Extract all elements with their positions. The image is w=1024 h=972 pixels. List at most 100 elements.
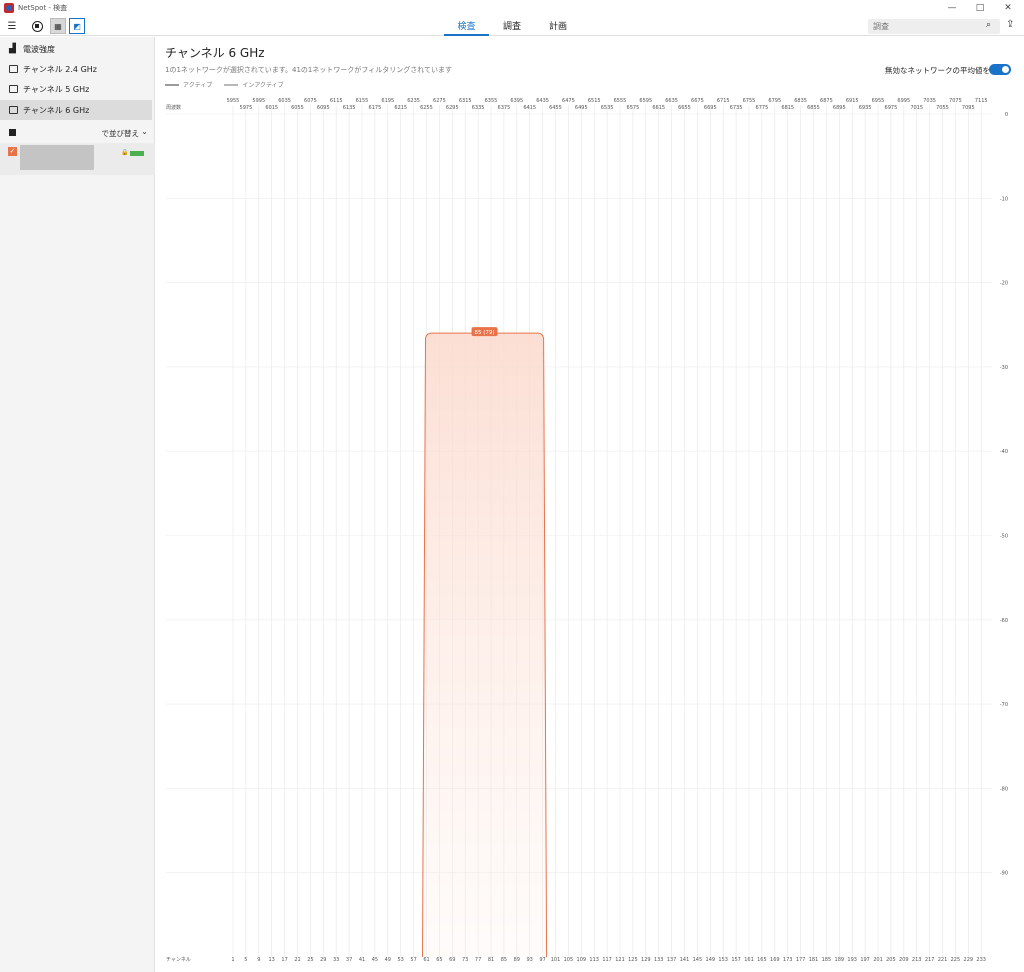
x-tick-label: 25 (307, 957, 313, 963)
freq-tick-label: 6735 (730, 105, 743, 111)
freq-tick-label: 6315 (459, 98, 472, 104)
freq-tick-label: 6615 (652, 105, 665, 111)
freq-tick-label: 6835 (794, 98, 807, 104)
maximize-button[interactable]: □ (966, 0, 994, 16)
y-tick-label: 0 (1005, 112, 1008, 118)
x-tick-label: 161 (744, 957, 754, 963)
freq-tick-label: 7015 (910, 105, 923, 111)
sidebar-item-channel-6[interactable]: チャンネル 6 GHz (0, 100, 152, 120)
network-band-fill (422, 333, 547, 957)
freq-tick-label: 6715 (717, 98, 730, 104)
sidebar: ▟ 電波強度 チャンネル 2.4 GHz チャンネル 5 GHz チャンネル 6… (0, 37, 155, 972)
y-tick-label: -90 (1000, 871, 1008, 877)
freq-tick-label: 6635 (665, 98, 678, 104)
x-tick-label: 169 (770, 957, 780, 963)
stop-icon (31, 20, 43, 32)
sidebar-item-channel-5[interactable]: チャンネル 5 GHz (0, 79, 152, 99)
x-tick-label: 201 (873, 957, 883, 963)
chart-icon: ◩ (73, 21, 81, 31)
x-tick-label: 225 (951, 957, 961, 963)
y-tick-label: -70 (1000, 702, 1008, 708)
network-checkbox[interactable]: ✓ (8, 147, 17, 156)
x-tick-label: 45 (372, 957, 378, 963)
freq-tick-label: 6335 (472, 105, 485, 111)
freq-tick-label: 6895 (833, 105, 846, 111)
freq-tick-label: 6955 (872, 98, 885, 104)
active-tab-indicator (444, 34, 489, 36)
freq-tick-label: 6555 (614, 98, 627, 104)
x-tick-label: 73 (462, 957, 468, 963)
y-tick-label: -10 (1000, 196, 1008, 202)
x-tick-label: 97 (539, 957, 545, 963)
x-tick-label: 221 (938, 957, 948, 963)
freq-tick-label: 6695 (704, 105, 717, 111)
chevron-down-icon[interactable]: ⌄ (141, 127, 148, 136)
main-panel: チャンネル 6 GHz 1の1ネットワークが選択されています。41の1ネットワー… (156, 37, 1024, 972)
freq-tick-label: 6875 (820, 98, 833, 104)
signal-strength-icon (130, 151, 144, 156)
freq-tick-label: 6595 (639, 98, 652, 104)
select-all-checkbox[interactable] (9, 129, 16, 136)
freq-tick-label: 6015 (265, 105, 278, 111)
sort-dropdown[interactable]: で並び替え (102, 128, 140, 139)
x-tick-label: 121 (615, 957, 625, 963)
lock-icon: 🔒 (121, 149, 129, 156)
channel-icon (9, 85, 18, 93)
x-tick-label: 29 (320, 957, 326, 963)
freq-tick-label: 6795 (768, 98, 781, 104)
x-tick-label: 129 (641, 957, 651, 963)
close-button[interactable]: ✕ (994, 0, 1022, 16)
freq-tick-label: 6075 (304, 98, 317, 104)
x-tick-label: 157 (731, 957, 741, 963)
freq-tick-label: 6775 (756, 105, 769, 111)
sidebar-item-channel-24[interactable]: チャンネル 2.4 GHz (0, 59, 152, 79)
title-bar: NetSpot - 検査 — □ ✕ (0, 0, 1024, 16)
freq-tick-label: 6975 (885, 105, 898, 111)
x-tick-label: 217 (925, 957, 935, 963)
x-tick-label: 197 (860, 957, 870, 963)
search-icon[interactable]: ⌕ (986, 20, 998, 32)
chart-view-button[interactable]: ◩ (69, 18, 85, 34)
tab-plan[interactable]: 計画 (539, 19, 577, 32)
share-icon[interactable]: ⇪ (1006, 19, 1020, 33)
sidebar-item-signal-strength[interactable]: ▟ 電波強度 (0, 39, 152, 59)
minimize-button[interactable]: — (938, 0, 966, 16)
x-tick-label: 17 (281, 957, 287, 963)
sidebar-item-label: チャンネル 2.4 GHz (23, 64, 97, 74)
freq-tick-label: 5975 (240, 105, 253, 111)
freq-tick-label: 6375 (498, 105, 511, 111)
search-input[interactable] (868, 19, 1000, 34)
x-tick-label: 13 (269, 957, 275, 963)
network-name-redacted (20, 145, 94, 170)
freq-tick-label: 6575 (627, 105, 640, 111)
x-tick-label: 229 (964, 957, 974, 963)
list-item[interactable]: ✓ 🔒 (0, 143, 155, 175)
x-tick-label: 1 (231, 957, 234, 963)
freq-tick-label: 6435 (536, 98, 549, 104)
x-tick-label: 209 (899, 957, 909, 963)
x-tick-label: 5 (244, 957, 247, 963)
freq-tick-label: 6195 (381, 98, 394, 104)
sort-row: で並び替え ⌄ (0, 125, 155, 141)
freq-tick-label: 7115 (975, 98, 988, 104)
freq-tick-label: 6535 (601, 105, 614, 111)
y-tick-label: -20 (1000, 281, 1008, 287)
freq-tick-label: 6935 (859, 105, 872, 111)
sidebar-item-label: 電波強度 (23, 44, 55, 54)
window-title: NetSpot - 検査 (18, 4, 68, 12)
x-tick-label: 181 (809, 957, 819, 963)
menu-icon[interactable]: ☰ (4, 18, 20, 34)
tab-scan[interactable]: 検査 (444, 19, 489, 32)
x-tick-label: 33 (333, 957, 339, 963)
x-tick-label: 205 (886, 957, 896, 963)
sidebar-item-label: チャンネル 6 GHz (23, 105, 90, 115)
tab-survey[interactable]: 調査 (493, 19, 531, 32)
y-tick-label: -40 (1000, 449, 1008, 455)
x-tick-label: 37 (346, 957, 352, 963)
freq-tick-label: 6995 (897, 98, 910, 104)
app-logo-icon (4, 3, 14, 13)
freq-tick-label: 6235 (407, 98, 420, 104)
x-tick-label: 185 (822, 957, 832, 963)
list-view-button[interactable]: ▦ (50, 18, 66, 34)
stop-scan-button[interactable] (29, 18, 45, 34)
